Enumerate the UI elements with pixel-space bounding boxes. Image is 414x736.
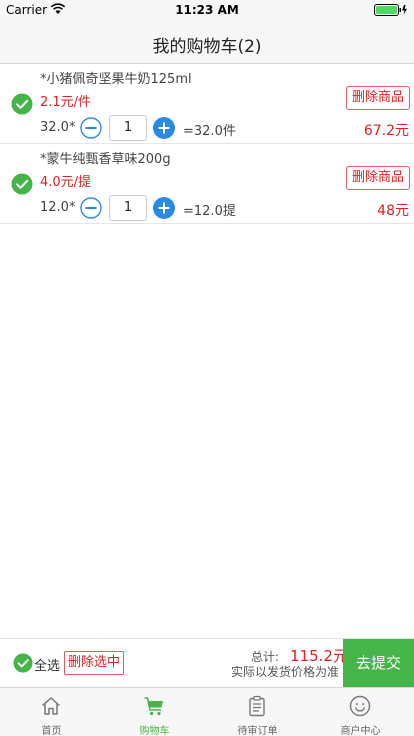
plus-icon[interactable] — [153, 197, 175, 219]
tab-home[interactable]: 首页 — [0, 688, 103, 736]
tab-merchant-center[interactable]: 商户中心 — [309, 688, 412, 736]
status-time: 11:23 AM — [175, 3, 239, 17]
cart-item: *小猪佩奇坚果牛奶125ml 2.1元/件 删除商品 32.0* 1 =32.0… — [0, 64, 414, 144]
item-unit-quantity: 12.0* — [40, 200, 76, 215]
status-bar: Carrier 11:23 AM — [0, 0, 414, 20]
page-title: 我的购物车(2) — [152, 37, 262, 57]
plus-icon[interactable] — [153, 117, 175, 139]
checkout-bar: 全选 删除选中 总计: 115.2元 实际以发货价格为准 去提交 — [0, 638, 414, 688]
cart-list: *小猪佩奇坚果牛奶125ml 2.1元/件 删除商品 32.0* 1 =32.0… — [0, 64, 414, 224]
cart-item: *蒙牛纯甄香草味200g 4.0元/提 删除商品 12.0* 1 =12.0提 … — [0, 144, 414, 224]
nav-bar: 我的购物车(2) — [0, 20, 414, 64]
item-subtotal: 48元 — [377, 203, 409, 219]
minus-icon[interactable] — [80, 197, 102, 219]
submit-button[interactable]: 去提交 — [343, 639, 414, 688]
item-name: *蒙牛纯甄香草味200g — [40, 152, 171, 167]
select-all-label[interactable]: 全选 — [34, 655, 60, 674]
item-price: 4.0元/提 — [40, 175, 92, 190]
item-checkbox-icon[interactable] — [11, 173, 33, 195]
item-name: *小猪佩奇坚果牛奶125ml — [40, 72, 192, 87]
clipboard-icon — [246, 695, 268, 717]
delete-selected-button[interactable]: 删除选中 — [64, 651, 125, 675]
minus-icon[interactable] — [80, 117, 102, 139]
tab-bar: 首页 购物车 待审订单 商户中心 — [0, 687, 414, 736]
delete-item-button[interactable]: 删除商品 — [345, 86, 410, 110]
price-note: 实际以发货价格为准 — [231, 665, 340, 679]
tab-label: 首页 — [41, 726, 62, 736]
cart-icon — [143, 695, 165, 717]
item-subtotal: 67.2元 — [363, 123, 409, 139]
item-unit-quantity: 32.0* — [40, 120, 76, 135]
item-price: 2.1元/件 — [40, 95, 92, 110]
item-checkbox-icon[interactable] — [11, 93, 33, 115]
quantity-input[interactable]: 1 — [109, 115, 147, 141]
battery-icon — [374, 4, 408, 19]
home-icon — [40, 695, 62, 717]
smiley-icon — [349, 695, 371, 717]
tab-cart[interactable]: 购物车 — [103, 688, 206, 736]
quantity-input[interactable]: 1 — [109, 195, 147, 221]
tab-label: 待审订单 — [237, 726, 278, 736]
delete-item-button[interactable]: 删除商品 — [345, 166, 410, 190]
item-total-units: =12.0提 — [183, 204, 236, 219]
tab-label: 商户中心 — [340, 726, 381, 736]
tab-label: 购物车 — [139, 726, 170, 736]
select-all-checkbox-icon[interactable] — [13, 653, 33, 673]
item-total-units: =32.0件 — [183, 124, 236, 139]
tab-pending-orders[interactable]: 待审订单 — [206, 688, 309, 736]
